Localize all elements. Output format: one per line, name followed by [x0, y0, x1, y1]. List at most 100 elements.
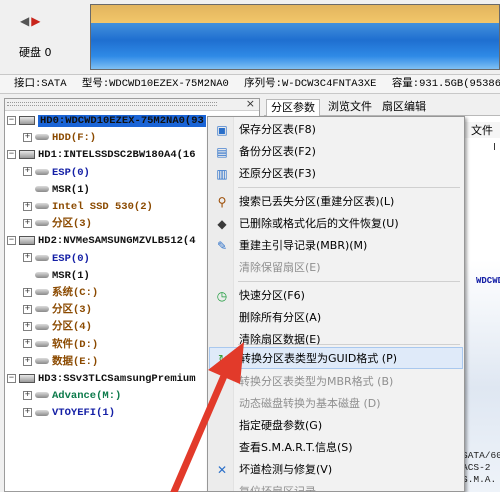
backup-icon: ▤: [216, 145, 228, 159]
column-header[interactable]: 文件: [464, 122, 500, 138]
search-icon: ⚲: [217, 195, 227, 209]
forward-arrow-icon[interactable]: ▶: [31, 14, 42, 28]
partition-icon: [35, 220, 49, 227]
menu-item-label: 搜索已丢失分区(重建分区表)(L): [239, 195, 395, 208]
tree-item-label: 系统(C:): [52, 287, 99, 299]
hard-disk-icon: [19, 115, 35, 125]
tab-partition-params[interactable]: 分区参数: [266, 99, 320, 116]
recover-icon: ◆: [217, 217, 227, 231]
table-cell: I: [493, 142, 496, 153]
tree-item-label: 数据(E:): [52, 355, 99, 368]
disk-toolbar: ◀▶ 硬盘 0: [0, 0, 500, 74]
collapse-icon[interactable]: −: [7, 150, 16, 160]
spec-line: S.M.A.: [462, 474, 497, 485]
tree-item-label: HD0:WDCWD10EZEX-75M2NA0(93: [38, 115, 206, 127]
disk-partition-map[interactable]: [90, 4, 500, 70]
tree-partition-item[interactable]: + HDD(F:): [23, 130, 96, 146]
menu-item-label: 已删除或格式化后的文件恢复(U): [239, 217, 399, 230]
tree-partition-item[interactable]: MSR(1): [23, 268, 90, 284]
expand-icon[interactable]: +: [23, 201, 32, 211]
collapse-icon[interactable]: −: [7, 236, 16, 246]
menu-item-label: 动态磁盘转换为基本磁盘 (D): [239, 397, 381, 410]
tree-item-label: MSR(1): [52, 183, 90, 196]
tree-item-label: 软件(D:): [52, 338, 99, 351]
menu-item-label: 保存分区表(F8): [239, 123, 316, 136]
expand-icon[interactable]: +: [23, 304, 32, 314]
expand-icon[interactable]: +: [23, 356, 32, 366]
tree-item-label: HD1:INTELSSDSC2BW180A4(16: [38, 149, 196, 162]
model-info: 型号:WDCWD10EZEX-75M2NA0: [81, 78, 229, 90]
disk-nav: ◀▶: [20, 14, 42, 28]
collapse-icon[interactable]: −: [7, 115, 16, 125]
tree-item-label: HD2:NVMeSAMSUNGMZVLB512(4: [38, 235, 196, 248]
partition-icon: [35, 186, 49, 193]
menu-item-label: 坏道检测与修复(V): [239, 463, 333, 476]
collapse-icon[interactable]: −: [7, 373, 16, 383]
menu-item[interactable]: ▤ 备份分区表(F2): [209, 141, 463, 163]
tab-browse-files[interactable]: 浏览文件: [324, 99, 376, 116]
expand-icon[interactable]: +: [23, 218, 32, 228]
tree-partition-item[interactable]: + 分区(3): [23, 216, 92, 232]
tree-partition-item[interactable]: MSR(1): [23, 182, 90, 198]
partition-icon: [35, 392, 49, 399]
tree-partition-item[interactable]: + VTOYEFI(1): [23, 405, 115, 421]
menu-item[interactable]: ◆ 已删除或格式化后的文件恢复(U): [209, 213, 463, 235]
disk-map-header: [91, 5, 499, 23]
expand-icon[interactable]: +: [23, 322, 32, 332]
tree-item-label: 分区(3): [52, 218, 92, 231]
tree-item-label: VTOYEFI(1): [52, 407, 116, 420]
tree-partition-item[interactable]: + ESP(0): [23, 251, 90, 267]
partition-icon: [35, 203, 49, 210]
partition-icon: [35, 168, 49, 175]
expand-icon[interactable]: +: [23, 253, 32, 263]
tree-partition-item[interactable]: + 系统(C:): [23, 285, 98, 301]
tree-partition-item[interactable]: + 分区(3): [23, 302, 92, 318]
menu-item-label: 转换分区表类型为GUID格式 (P): [240, 352, 398, 365]
disk-info-line: 接口:SATA 型号:WDCWD10EZEX-75M2NA0 序列号:W-DCW…: [0, 74, 500, 94]
partition-icon: [35, 340, 49, 347]
menu-item: 清除保留扇区(E): [209, 257, 463, 279]
tree-partition-item[interactable]: + 分区(4): [23, 319, 92, 335]
tree-partition-item[interactable]: + 软件(D:): [23, 337, 98, 353]
partition-icon: [35, 306, 49, 313]
menu-item-label: 备份分区表(F2): [239, 145, 316, 158]
menu-item[interactable]: ✎ 重建主引导记录(MBR)(M): [209, 235, 463, 257]
menu-item[interactable]: 删除所有分区(A): [209, 307, 463, 329]
tree-partition-item[interactable]: + Advance(M:): [23, 388, 121, 404]
partition-icon: [35, 272, 49, 279]
tree-disk-item[interactable]: − HD2:NVMeSAMSUNGMZVLB512(4: [7, 233, 196, 249]
tree-item-label: 分区(3): [52, 304, 92, 317]
partition-icon: [35, 323, 49, 330]
expand-icon[interactable]: +: [23, 408, 32, 418]
partition-icon: [35, 289, 49, 296]
expand-icon[interactable]: +: [23, 132, 32, 142]
tree-item-label: ESP(0): [52, 166, 90, 179]
panel-grip[interactable]: [7, 102, 217, 106]
menu-item[interactable]: ⚲ 搜索已丢失分区(重建分区表)(L): [209, 191, 463, 213]
save-icon: ▣: [216, 123, 228, 137]
tree-partition-item[interactable]: + ESP(0): [23, 165, 90, 181]
back-arrow-icon[interactable]: ◀: [20, 14, 31, 28]
tree-partition-item[interactable]: + 数据(E:): [23, 354, 98, 370]
expand-icon[interactable]: +: [23, 167, 32, 177]
menu-item[interactable]: ▥ 还原分区表(F3): [209, 163, 463, 185]
diskgenius-window: ◀▶ 硬盘 0 接口:SATA 型号:WDCWD10EZEX-75M2NA0 序…: [0, 0, 500, 492]
tree-panel-header: ×: [5, 99, 259, 111]
spec-line: SATA/60: [462, 450, 500, 461]
menu-item-label: 查看S.M.A.R.T.信息(S): [239, 441, 353, 454]
menu-item[interactable]: ◷ 快速分区(F6): [209, 285, 463, 307]
tree-disk-item[interactable]: − HD1:INTELSSDSC2BW180A4(16: [7, 147, 196, 163]
tree-disk-item[interactable]: − HD0:WDCWD10EZEX-75M2NA0(93: [7, 113, 206, 129]
hard-disk-icon: [19, 236, 35, 246]
disk-model-label: WDCWD: [476, 276, 500, 286]
serial-info: 序列号:W-DCW3C4FNTA3XE: [244, 78, 377, 90]
expand-icon[interactable]: +: [23, 339, 32, 349]
tab-sector-edit[interactable]: 扇区编辑: [378, 99, 430, 116]
tree-item-label: 分区(4): [52, 321, 92, 334]
menu-item-label: 还原分区表(F3): [239, 167, 316, 180]
expand-icon[interactable]: +: [23, 287, 32, 297]
tree-partition-item[interactable]: + Intel SSD 530(2): [23, 199, 153, 215]
expand-icon[interactable]: +: [23, 390, 32, 400]
menu-item[interactable]: ▣ 保存分区表(F8): [209, 119, 463, 141]
close-icon[interactable]: ×: [246, 99, 255, 110]
